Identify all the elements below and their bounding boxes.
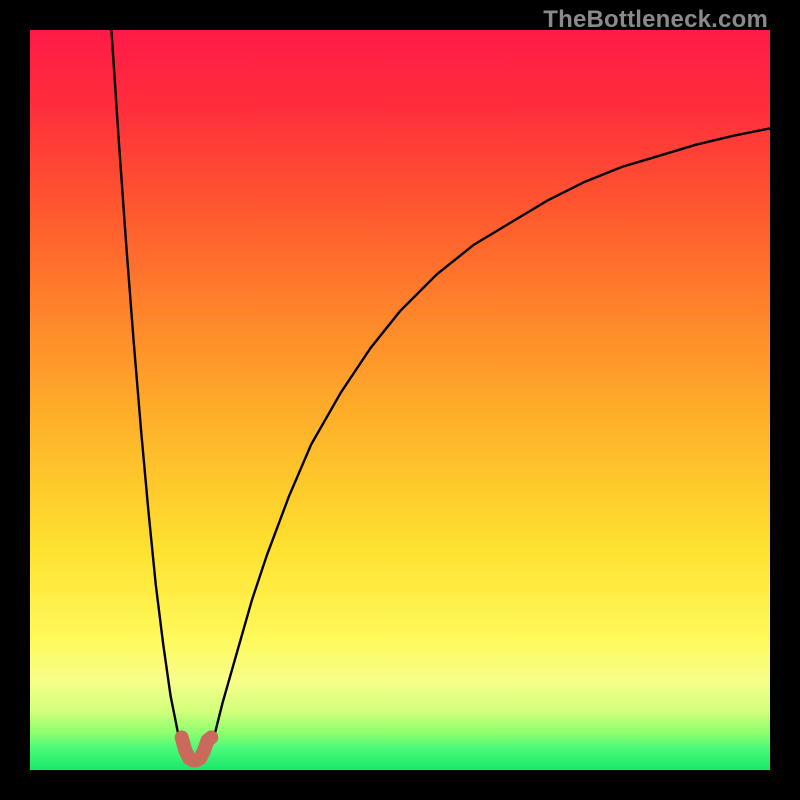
curve-left-branch <box>111 30 185 755</box>
dip-marker <box>182 737 212 760</box>
curve-layer <box>30 30 770 770</box>
curve-right-branch <box>208 128 770 755</box>
watermark-text: TheBottleneck.com <box>543 6 768 34</box>
chart-frame: TheBottleneck.com <box>0 0 800 800</box>
plot-area <box>30 30 770 770</box>
